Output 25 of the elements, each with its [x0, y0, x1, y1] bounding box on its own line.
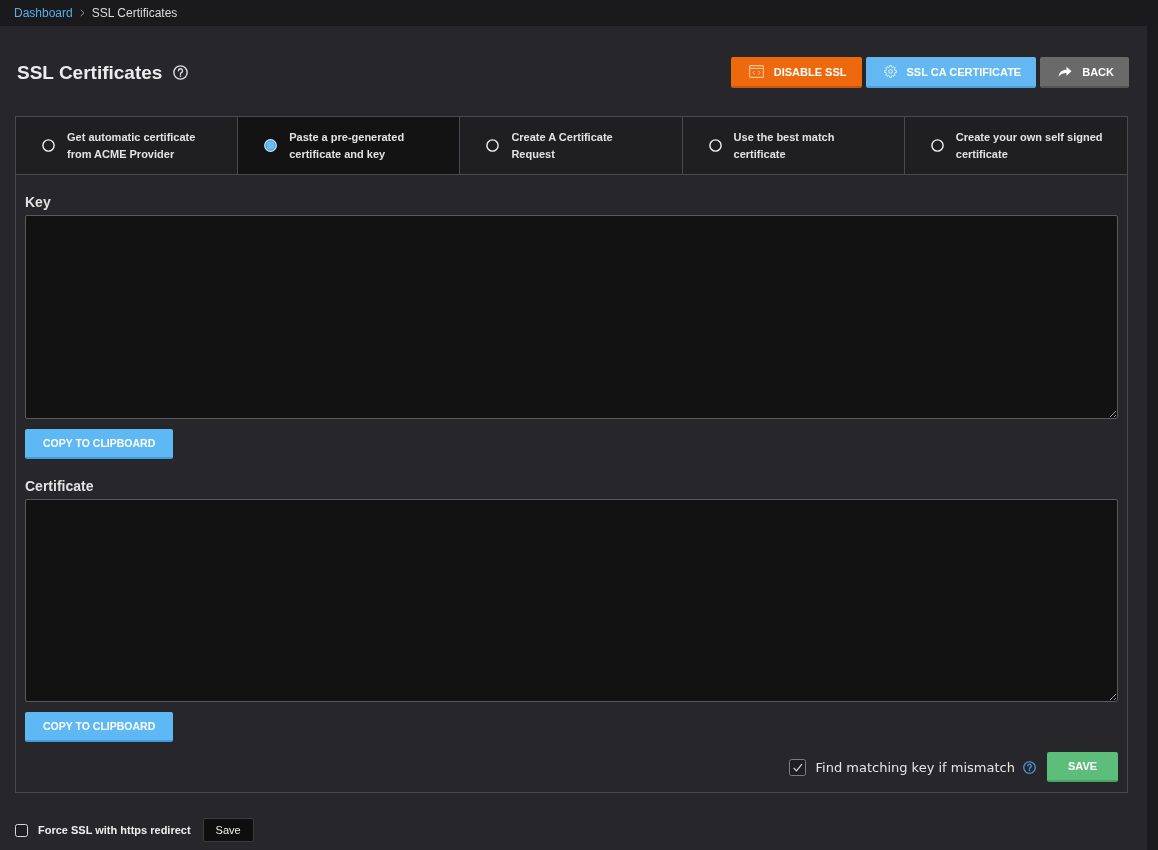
page-title: SSL Certificates: [17, 61, 163, 84]
option-tab[interactable]: Use the best match certificate: [682, 117, 905, 174]
gear-icon: [883, 65, 897, 78]
radio-icon: [486, 139, 500, 152]
option-tab[interactable]: Create A Certificate Request: [460, 117, 683, 174]
code-window-icon: [748, 65, 764, 78]
back-button[interactable]: BACK: [1040, 57, 1129, 88]
option-tab[interactable]: Create your own self signed certificate: [904, 117, 1127, 174]
field-label: Certificate: [25, 477, 95, 496]
option-tab[interactable]: Paste a pre-generated certificate and key: [238, 117, 461, 174]
radio-icon: [930, 139, 944, 152]
breadcrumb-current: SSL Certificates: [91, 6, 178, 20]
checkbox[interactable]: [788, 758, 806, 776]
radio-icon: [264, 139, 278, 152]
curved-arrow-icon: [1058, 66, 1073, 77]
checkbox-label: Find matching key if mismatch: [815, 759, 1015, 775]
help-icon[interactable]: [1023, 760, 1036, 774]
save-button[interactable]: Save: [202, 818, 254, 842]
radio-icon: [42, 139, 55, 152]
checkbox-label: Force SSL with https redirect: [38, 824, 191, 836]
radio-icon: [708, 139, 722, 152]
option-tab[interactable]: Get automatic certificate from ACME Provider: [16, 117, 239, 174]
chevron-icon: [79, 9, 85, 17]
field-label: Key: [25, 193, 52, 212]
breadcrumb-link[interactable]: Dashboard: [14, 6, 73, 20]
